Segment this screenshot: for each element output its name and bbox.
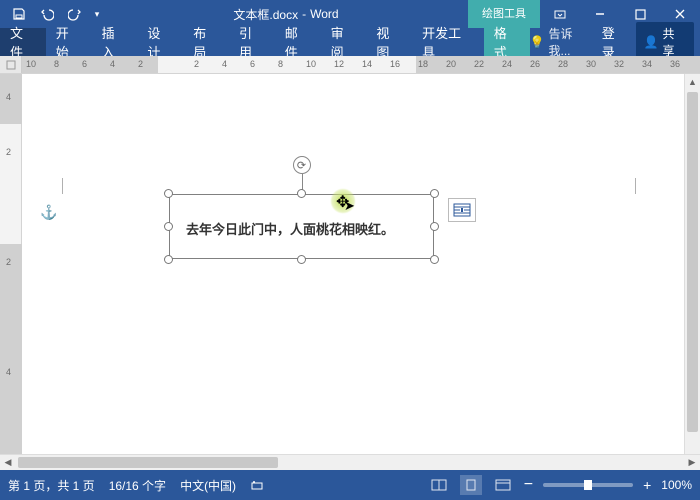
tab-view[interactable]: 视图 <box>366 28 412 56</box>
language-indicator[interactable]: 中文(中国) <box>180 477 236 494</box>
ruler-h-tick: 34 <box>642 59 652 69</box>
zoom-slider[interactable] <box>543 483 633 487</box>
ruler-v-tick: 2 <box>6 147 11 157</box>
tab-references[interactable]: 引用 <box>229 28 275 56</box>
tab-review[interactable]: 审阅 <box>321 28 367 56</box>
ruler-h-tick: 4 <box>222 59 227 69</box>
app-name: Word <box>310 7 338 21</box>
resize-handle-w[interactable] <box>164 222 173 231</box>
tab-layout[interactable]: 布局 <box>183 28 229 56</box>
layout-options-button[interactable] <box>448 198 476 222</box>
resize-handle-nw[interactable] <box>164 189 173 198</box>
margin-mark-tr <box>620 178 636 194</box>
window-title: 文本框.docx - Word <box>104 6 468 23</box>
margin-mark-tl <box>62 178 78 194</box>
scroll-v-thumb[interactable] <box>687 92 698 432</box>
zoom-level[interactable]: 100% <box>661 478 692 492</box>
ruler-h-tick: 2 <box>194 59 199 69</box>
rotation-connector <box>302 174 303 190</box>
vertical-scrollbar[interactable]: ▲ ▼ <box>684 74 700 470</box>
ruler-h-tick: 16 <box>390 59 400 69</box>
textbox-content[interactable]: 去年今日此门中，人面桃花相映红。 <box>186 219 394 238</box>
tell-me-search[interactable]: 💡告诉我... <box>530 25 594 59</box>
document-name: 文本框.docx <box>233 6 298 23</box>
horizontal-ruler[interactable]: 10864224681012141618202224262830323436 <box>0 56 700 74</box>
scroll-h-thumb[interactable] <box>18 457 278 468</box>
scroll-right-button[interactable]: ▶ <box>684 455 700 470</box>
lightbulb-icon: 💡 <box>530 35 545 49</box>
share-icon: 👤 <box>644 35 659 49</box>
zoom-in-button[interactable]: + <box>643 477 651 493</box>
horizontal-scrollbar[interactable]: ◀ ▶ <box>0 454 700 470</box>
ruler-h-tick: 32 <box>614 59 624 69</box>
ruler-h-tick: 22 <box>474 59 484 69</box>
tab-developer[interactable]: 开发工具 <box>412 28 484 56</box>
resize-handle-ne[interactable] <box>430 189 439 198</box>
resize-handle-sw[interactable] <box>164 255 173 264</box>
ruler-h-tick: 2 <box>138 59 143 69</box>
ribbon-tabs: 文件 开始 插入 设计 布局 引用 邮件 审阅 视图 开发工具 格式 💡告诉我.… <box>0 28 700 56</box>
ruler-h-tick: 30 <box>586 59 596 69</box>
ruler-h-tick: 24 <box>502 59 512 69</box>
textbox-selection[interactable]: ⟳ 去年今日此门中，人面桃花相映红。 <box>169 194 434 259</box>
rotation-handle[interactable]: ⟳ <box>293 156 311 174</box>
ruler-h-tick: 8 <box>54 59 59 69</box>
ruler-h-tick: 10 <box>306 59 316 69</box>
tab-insert[interactable]: 插入 <box>92 28 138 56</box>
ruler-h-tick: 8 <box>278 59 283 69</box>
ruler-v-tick: 4 <box>6 92 11 102</box>
vertical-ruler[interactable]: 4 2 2 4 <box>0 74 22 470</box>
ruler-v-tick: 4 <box>6 367 11 377</box>
view-web-layout[interactable] <box>492 475 514 495</box>
work-area: 4 2 2 4 ⚓ ⟳ 去年今日此门中，人面桃花相映红。 ✥➤ <box>0 74 700 470</box>
ruler-h-tick: 36 <box>670 59 680 69</box>
word-count[interactable]: 16/16 个字 <box>109 477 166 494</box>
zoom-slider-thumb[interactable] <box>584 480 592 490</box>
ruler-h-tick: 20 <box>446 59 456 69</box>
ruler-h-tick: 28 <box>558 59 568 69</box>
ruler-h-tick: 14 <box>362 59 372 69</box>
anchor-icon: ⚓ <box>40 204 57 221</box>
zoom-out-button[interactable]: − <box>524 476 533 494</box>
page-indicator[interactable]: 第 1 页，共 1 页 <box>8 477 95 494</box>
resize-handle-s[interactable] <box>297 255 306 264</box>
resize-handle-se[interactable] <box>430 255 439 264</box>
view-read-mode[interactable] <box>428 475 450 495</box>
ruler-h-scale: 10864224681012141618202224262830323436 <box>22 56 700 73</box>
ruler-corner <box>0 56 22 74</box>
tab-home[interactable]: 开始 <box>46 28 92 56</box>
textbox[interactable]: 去年今日此门中，人面桃花相映红。 <box>169 194 434 259</box>
macro-record-icon[interactable] <box>250 478 264 492</box>
scroll-left-button[interactable]: ◀ <box>0 455 16 470</box>
tab-format[interactable]: 格式 <box>484 28 530 56</box>
cursor-highlight <box>330 188 356 214</box>
view-print-layout[interactable] <box>460 475 482 495</box>
tab-file[interactable]: 文件 <box>0 28 46 56</box>
resize-handle-e[interactable] <box>430 222 439 231</box>
tab-design[interactable]: 设计 <box>137 28 183 56</box>
ruler-h-tick: 6 <box>250 59 255 69</box>
document-canvas[interactable]: ⚓ ⟳ 去年今日此门中，人面桃花相映红。 ✥➤ <box>22 74 700 470</box>
ribbon-options-button[interactable] <box>540 0 580 28</box>
ruler-h-tick: 26 <box>530 59 540 69</box>
scroll-up-button[interactable]: ▲ <box>685 74 700 90</box>
ruler-v-tick: 2 <box>6 257 11 267</box>
ruler-h-tick: 12 <box>334 59 344 69</box>
status-bar: 第 1 页，共 1 页 16/16 个字 中文(中国) − + 100% <box>0 470 700 500</box>
ruler-h-tick: 4 <box>110 59 115 69</box>
ruler-h-tick: 6 <box>82 59 87 69</box>
ruler-h-tick: 18 <box>418 59 428 69</box>
tab-mailings[interactable]: 邮件 <box>275 28 321 56</box>
ruler-h-tick: 10 <box>26 59 36 69</box>
resize-handle-n[interactable] <box>297 189 306 198</box>
